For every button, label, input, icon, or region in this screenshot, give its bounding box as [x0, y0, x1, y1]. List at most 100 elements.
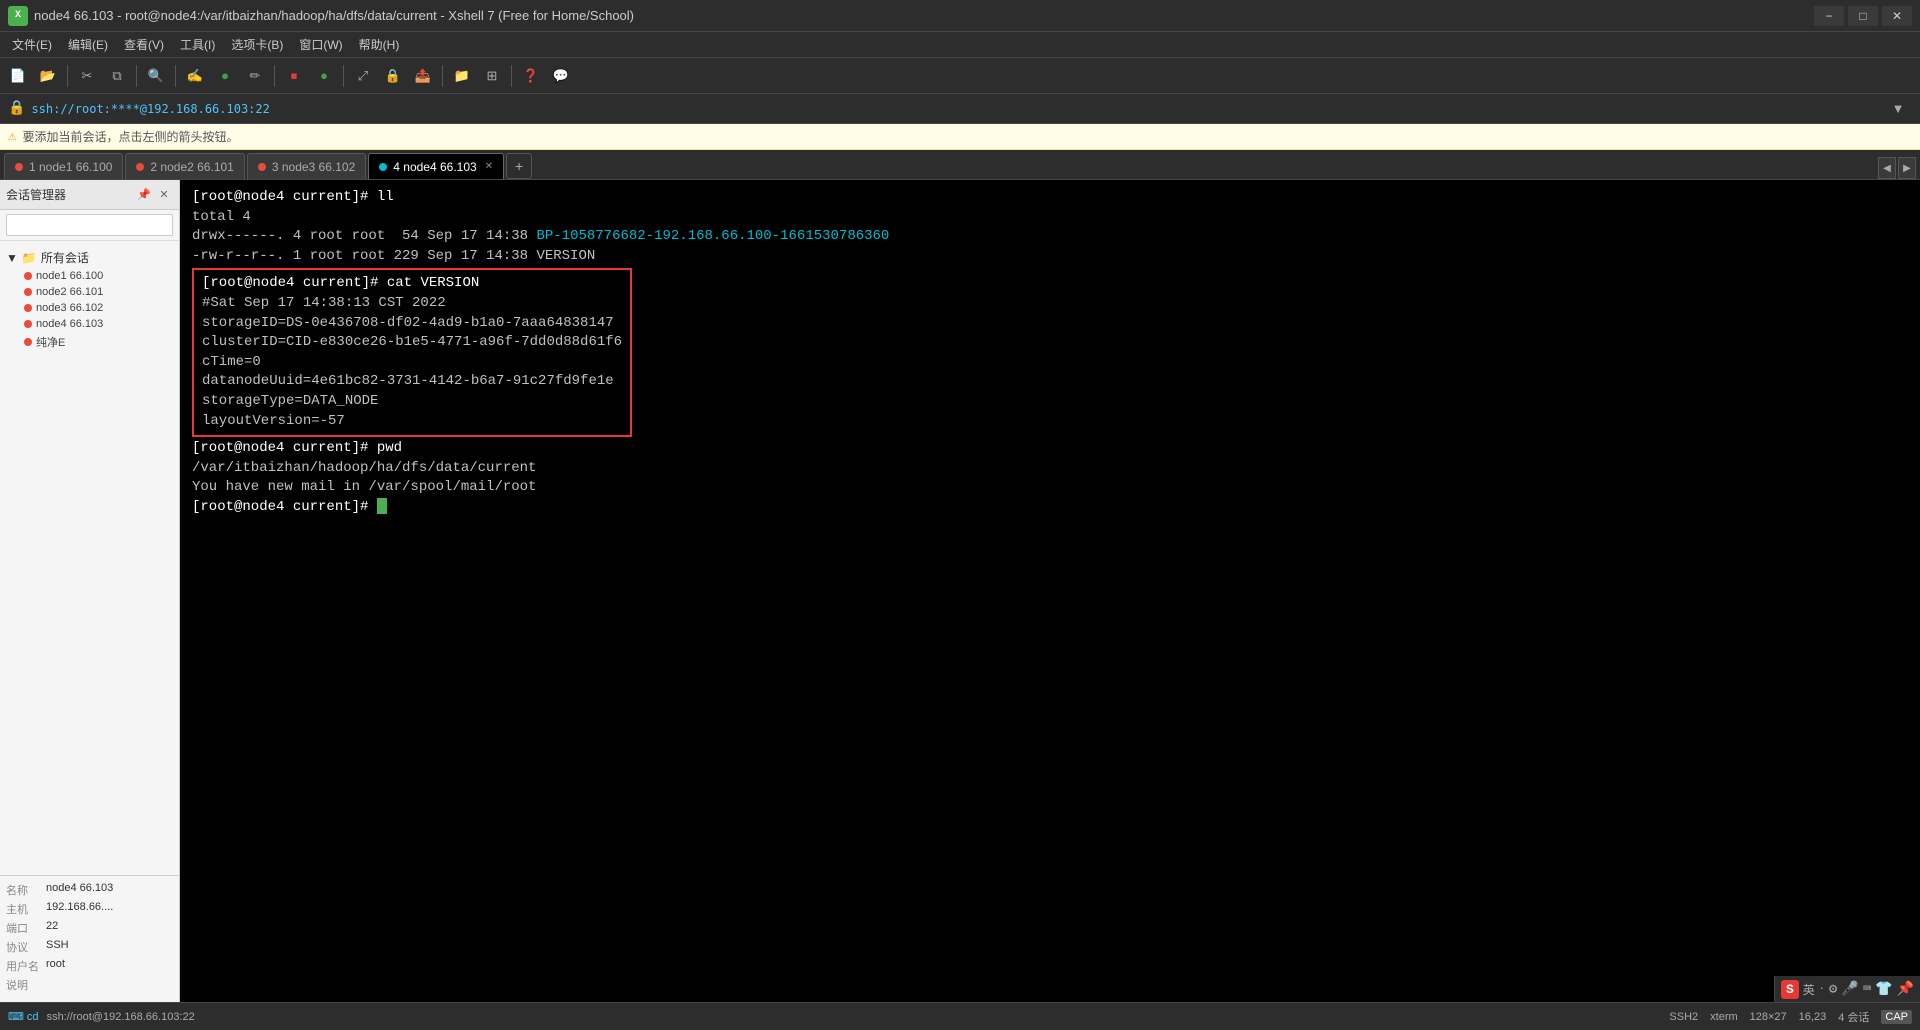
- cmd-1: ll: [377, 189, 394, 205]
- record-button[interactable]: ●: [310, 62, 338, 90]
- boxed-storageid: storageID=DS-0e436708-df02-4ad9-b1a0-7aa…: [202, 315, 614, 331]
- terminal-line-4: -rw-r--r--. 1 root root 229 Sep 17 14:38…: [192, 247, 1908, 267]
- tray-shirt-icon[interactable]: 👕: [1875, 981, 1892, 998]
- boxed-line-7: storageType=DATA_NODE: [202, 392, 622, 412]
- grid-button[interactable]: ⊞: [478, 62, 506, 90]
- compose-button[interactable]: ✍: [181, 62, 209, 90]
- green-button[interactable]: ●: [211, 62, 239, 90]
- info-row-port: 端口 22: [6, 920, 173, 936]
- output-rw: -rw-r--r--. 1 root root 229 Sep 17 14:38…: [192, 248, 595, 264]
- toolbar-separator-7: [511, 65, 512, 87]
- menu-window[interactable]: 窗口(W): [291, 34, 350, 55]
- copy-button[interactable]: ⧉: [103, 62, 131, 90]
- status-position: 16,23: [1799, 1011, 1827, 1023]
- tab-node2[interactable]: 2 node2 66.101: [125, 153, 244, 179]
- menu-edit[interactable]: 编辑(E): [60, 34, 116, 55]
- lock-button[interactable]: 🔒: [379, 62, 407, 90]
- pencil-button[interactable]: ✏: [241, 62, 269, 90]
- toolbar-separator-3: [175, 65, 176, 87]
- sidebar-search-input[interactable]: [6, 214, 173, 236]
- new-session-button[interactable]: 📄: [4, 62, 32, 90]
- status-size: 128×27: [1750, 1011, 1787, 1023]
- toolbar: 📄 📂 ✂ ⧉ 🔍 ✍ ● ✏ ⏹ ● ⤢ 🔒 📤 📁 ⊞ ❓ 💬: [0, 58, 1920, 94]
- minimize-button[interactable]: −: [1814, 6, 1844, 26]
- sidebar-pin-button[interactable]: 📌: [135, 186, 153, 204]
- tab-node4[interactable]: 4 node4 66.103 ✕: [368, 153, 504, 179]
- output-bp-link: BP-1058776682-192.168.66.100-16615307863…: [536, 228, 889, 244]
- menu-help[interactable]: 帮助(H): [351, 34, 408, 55]
- menu-tabs[interactable]: 选项卡(B): [223, 34, 291, 55]
- tray-mic-icon[interactable]: 🎤: [1841, 981, 1858, 998]
- status-cap: CAP: [1881, 1010, 1912, 1024]
- info-value-host: 192.168.66....: [46, 901, 113, 917]
- add-tab-button[interactable]: +: [506, 153, 532, 179]
- toolbar-separator-2: [136, 65, 137, 87]
- address-dropdown-button[interactable]: ▼: [1884, 95, 1912, 123]
- terminal-line-pwd-prompt: [root@node4 current]# pwd: [192, 439, 1908, 459]
- expand-button[interactable]: ⤢: [349, 62, 377, 90]
- address-bar: 🔒 ssh://root:****@192.168.66.103:22 ▼: [0, 94, 1920, 124]
- menu-file[interactable]: 文件(E): [4, 34, 60, 55]
- boxed-line-3: storageID=DS-0e436708-df02-4ad9-b1a0-7aa…: [202, 314, 622, 334]
- tray-dot: ·: [1819, 984, 1825, 995]
- prompt-1: [root@node4 current]#: [192, 189, 377, 205]
- address-text: ssh://root:****@192.168.66.103:22: [31, 102, 269, 116]
- tree-node-label-4: node4 66.103: [36, 318, 103, 330]
- info-panel: 名称 node4 66.103 主机 192.168.66.... 端口 22 …: [0, 875, 179, 1002]
- tab-node1[interactable]: 1 node1 66.100: [4, 153, 123, 179]
- tray-lang: 英: [1803, 981, 1815, 998]
- toolbar-separator-1: [67, 65, 68, 87]
- tab-nav-right-button[interactable]: ▶: [1898, 157, 1916, 179]
- close-button[interactable]: ✕: [1882, 6, 1912, 26]
- boxed-layoutversion: layoutVersion=-57: [202, 413, 345, 429]
- chat-button[interactable]: 💬: [547, 62, 575, 90]
- tab-indicator-3: [258, 163, 266, 171]
- terminal-line-3: drwx------. 4 root root 54 Sep 17 14:38 …: [192, 227, 1908, 247]
- lock-icon: 🔒: [8, 100, 25, 117]
- boxed-line-6: datanodeUuid=4e61bc82-3731-4142-b6a7-91c…: [202, 372, 622, 392]
- transfer-button[interactable]: 📤: [409, 62, 437, 90]
- tree-node-node3[interactable]: node3 66.102: [20, 300, 173, 316]
- search-button[interactable]: 🔍: [142, 62, 170, 90]
- info-row-host: 主机 192.168.66....: [6, 901, 173, 917]
- menu-tools[interactable]: 工具(I): [172, 34, 223, 55]
- status-ssh2: SSH2: [1669, 1011, 1698, 1023]
- info-label-name: 名称: [6, 882, 42, 898]
- status-cd-label[interactable]: ⌨ cd: [8, 1010, 39, 1023]
- help-toolbar-button[interactable]: ❓: [517, 62, 545, 90]
- terminal-container[interactable]: [root@node4 current]# ll total 4 drwx---…: [180, 180, 1920, 1002]
- cut-button[interactable]: ✂: [73, 62, 101, 90]
- sidebar-header: 会话管理器 📌 ✕: [0, 180, 179, 210]
- status-left: ⌨ cd ssh://root@192.168.66.103:22: [8, 1010, 195, 1023]
- tab-node3[interactable]: 3 node3 66.102: [247, 153, 366, 179]
- tree-group-label[interactable]: ▼ 📁 所有会话: [6, 247, 173, 268]
- output-drwx: drwx------. 4 root root 54 Sep 17 14:38: [192, 228, 536, 244]
- tree-node-node1[interactable]: node1 66.100: [20, 268, 173, 284]
- tree-node-label-3: node3 66.102: [36, 302, 103, 314]
- menu-view[interactable]: 查看(V): [116, 34, 172, 55]
- tray-keyboard-icon[interactable]: ⌨: [1863, 981, 1871, 998]
- tray-pin-icon2[interactable]: 📌: [1897, 981, 1914, 998]
- status-bar: ⌨ cd ssh://root@192.168.66.103:22 SSH2 x…: [0, 1002, 1920, 1030]
- open-button[interactable]: 📂: [34, 62, 62, 90]
- tree-node-pure[interactable]: 纯净E: [20, 332, 173, 352]
- tree-node-node2[interactable]: node2 66.101: [20, 284, 173, 300]
- tab-close-button[interactable]: ✕: [485, 161, 493, 172]
- folder-button[interactable]: 📁: [448, 62, 476, 90]
- info-row-name: 名称 node4 66.103: [6, 882, 173, 898]
- tree-node-label-1: node1 66.100: [36, 270, 103, 282]
- tray-settings-icon[interactable]: ⚙: [1829, 981, 1837, 998]
- status-path: ssh://root@192.168.66.103:22: [47, 1011, 195, 1023]
- info-row-desc: 说明: [6, 977, 173, 993]
- sidebar-close-button[interactable]: ✕: [155, 186, 173, 204]
- stop-button[interactable]: ⏹: [280, 62, 308, 90]
- output-pwd: /var/itbaizhan/hadoop/ha/dfs/data/curren…: [192, 460, 536, 476]
- tab-bar: 1 node1 66.100 2 node2 66.101 3 node3 66…: [0, 150, 1920, 180]
- maximize-button[interactable]: □: [1848, 6, 1878, 26]
- tab-nav-left-button[interactable]: ◀: [1878, 157, 1896, 179]
- tree-expand-icon: ▼: [6, 251, 18, 265]
- terminal-line-prompt-cursor: [root@node4 current]#: [192, 498, 1908, 518]
- tree-node-node4[interactable]: node4 66.103: [20, 316, 173, 332]
- tab-indicator-1: [15, 163, 23, 171]
- session-warning-text: 要添加当前会话，点击左侧的箭头按钮。: [22, 128, 238, 145]
